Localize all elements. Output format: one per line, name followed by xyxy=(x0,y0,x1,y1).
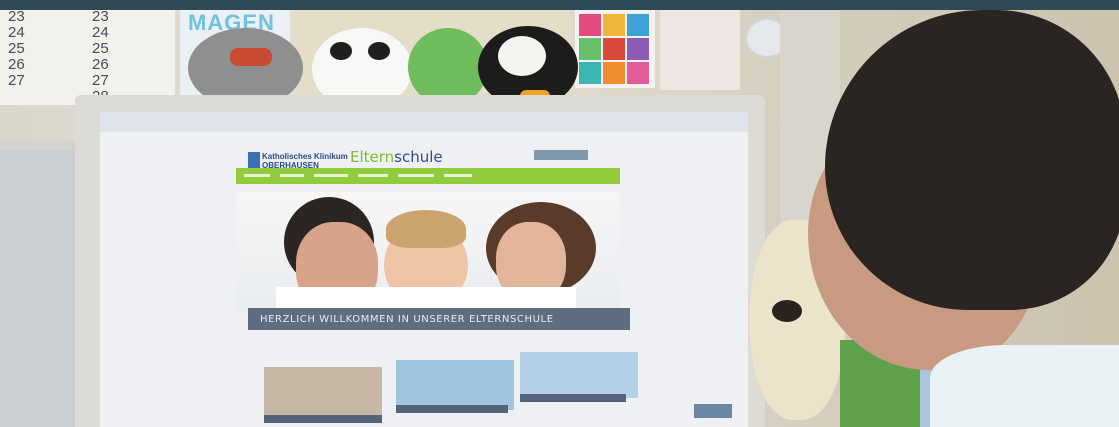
wall-calendar xyxy=(0,10,175,105)
thumb-caption xyxy=(264,415,382,423)
more-button xyxy=(694,404,732,418)
thumb-photo xyxy=(520,352,638,398)
calendar-day: 24 xyxy=(8,24,25,41)
brand-prefix: Eltern xyxy=(350,148,395,166)
monitor-screen: Katholisches Klinikum OBERHAUSEN Elterns… xyxy=(100,112,748,427)
browser-toolbar xyxy=(100,112,748,132)
left-monitor-screen xyxy=(0,150,78,427)
site-brand: Elternschule xyxy=(350,148,443,166)
top-bar xyxy=(0,0,1119,10)
calendar-day: 26 xyxy=(8,56,25,73)
panda-eye xyxy=(368,42,390,60)
thumb-photo xyxy=(396,360,514,410)
brand-suffix: schule xyxy=(394,148,443,166)
calendar-day: 26 xyxy=(92,56,109,73)
hero-family-photo xyxy=(236,192,620,312)
welcome-text: HERZLICH WILLKOMMEN IN UNSERER ELTERNSCH… xyxy=(260,314,554,325)
thumb-photo xyxy=(264,367,382,417)
calendar-day: 25 xyxy=(8,40,25,57)
penguin-face xyxy=(498,36,546,76)
calendar-day: 27 xyxy=(8,72,25,89)
thumb-caption xyxy=(396,405,508,413)
site-search-box xyxy=(534,150,588,160)
calendar-day: 25 xyxy=(92,40,109,57)
woman-shirt xyxy=(930,345,1119,427)
site-nav-bar xyxy=(236,168,620,184)
poster-red xyxy=(660,10,740,90)
thumb-caption xyxy=(520,394,626,402)
color-poster xyxy=(575,10,655,88)
monster-mouth xyxy=(230,48,272,66)
bear-nose xyxy=(772,300,802,322)
baby-hair xyxy=(386,210,466,248)
calendar-day: 23 xyxy=(8,8,25,25)
panda-eye xyxy=(330,42,352,60)
calendar-day: 23 xyxy=(92,8,109,25)
calendar-day: 24 xyxy=(92,24,109,41)
calendar-day: 27 xyxy=(92,72,109,89)
photo-scene: 23 23 24 24 25 25 26 26 27 27 28 MAGEN xyxy=(0,0,1119,427)
logo-line: Katholisches Klinikum xyxy=(262,152,348,161)
